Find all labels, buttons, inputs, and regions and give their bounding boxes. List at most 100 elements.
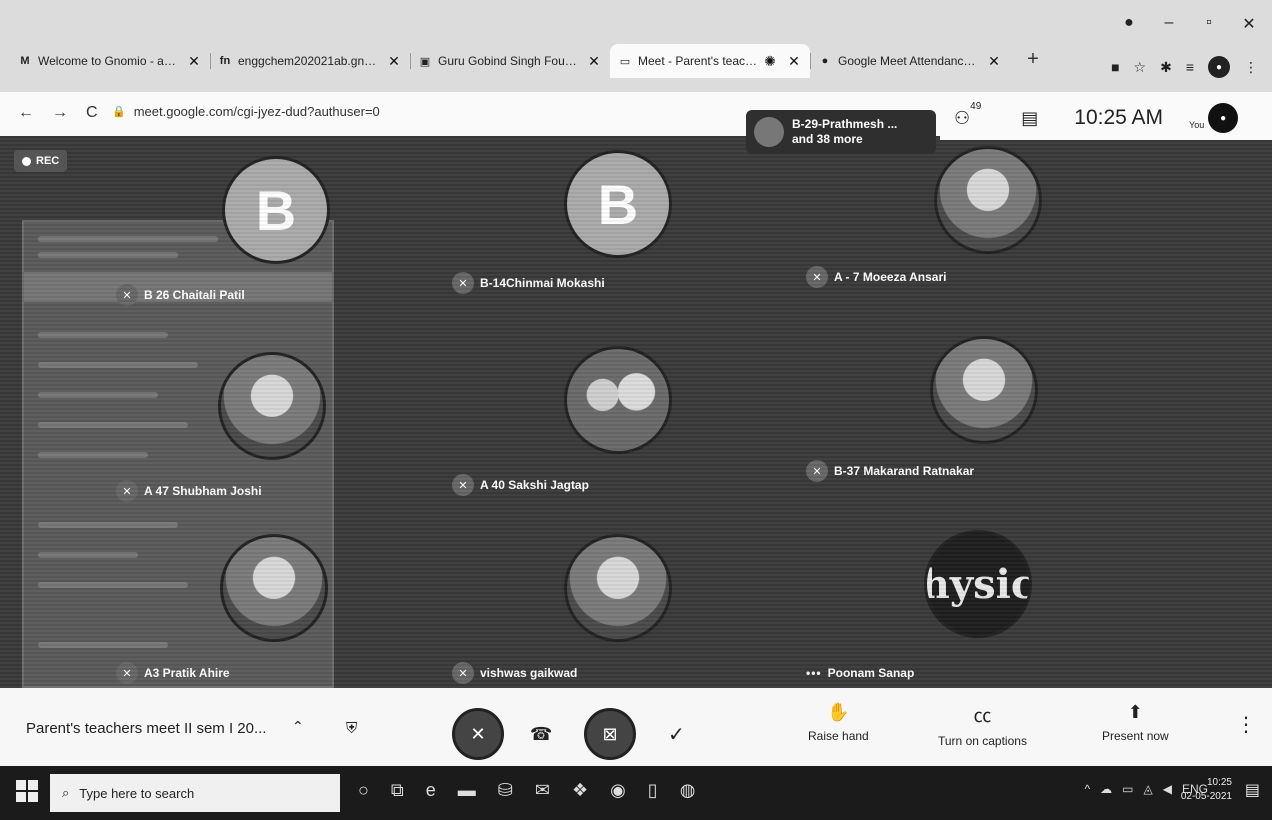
close-tab-icon[interactable]: ✕ [386, 53, 402, 70]
notification-icon[interactable]: ▤ [1245, 780, 1260, 800]
start-tile [16, 780, 26, 790]
more-options-icon[interactable]: ••• [806, 666, 822, 680]
avatar: B [222, 156, 330, 264]
tab-enggchem[interactable]: fn enggchem202021ab.gnomio ✕ [210, 44, 410, 78]
checkmark-icon[interactable]: ✓ [668, 722, 685, 747]
presenter-text: B-29-Prathmesh ... and 38 more [792, 117, 897, 147]
participant-name: B-14Chinmai Mokashi [480, 276, 605, 290]
mic-toggle-button[interactable]: ✕ [452, 708, 504, 760]
volume-icon[interactable]: ◀ [1163, 782, 1172, 796]
present-now-button[interactable]: ⬆ Present now [1102, 702, 1169, 743]
taskbar-search[interactable]: ⌕ Type here to search [50, 774, 340, 812]
battery-icon[interactable]: ▭ [1122, 782, 1133, 796]
restore-button[interactable]: ▫ [1198, 14, 1220, 34]
record-icon[interactable]: ● [1118, 14, 1140, 34]
participant-tile[interactable]: hysic ••• Poonam Sanap [806, 520, 1066, 680]
profile-avatar[interactable]: ● [1208, 56, 1230, 78]
windows-taskbar: ⌕ Type here to search ○ ⧉ e ▬ ⛁ ✉ ❖ ◉ ▯ … [0, 766, 1272, 820]
close-tab-icon[interactable]: ✕ [186, 53, 202, 70]
participant-count: 49 [970, 100, 982, 112]
raise-hand-button[interactable]: ✋ Raise hand [808, 702, 869, 743]
mic-off-icon: ✕ [452, 272, 474, 294]
meeting-title[interactable]: Parent's teachers meet II sem I 20... [26, 720, 266, 737]
participant-nameplate: ✕ A - 7 Moeeza Ansari [806, 266, 946, 288]
chat-icon[interactable]: ▤ [1021, 108, 1038, 129]
avatar [564, 534, 672, 642]
avatar [220, 534, 328, 642]
wifi-icon[interactable]: ◬ [1144, 782, 1153, 796]
menu-kebab-icon[interactable]: ⋮ [1244, 59, 1258, 76]
edge-icon[interactable]: e [426, 780, 436, 801]
captions-icon: ㏄ [973, 706, 992, 726]
meet-header-right: ⚇49 ▤ 10:25 AM You ● [940, 96, 1272, 140]
start-tile [16, 792, 26, 802]
participant-tile[interactable]: ✕ vishwas gaikwad [452, 524, 712, 684]
cloud-icon[interactable]: ☁ [1100, 782, 1112, 796]
participant-tile[interactable]: ✕ A 47 Shubham Joshi [116, 342, 376, 502]
chrome-icon[interactable]: ◍ [680, 780, 696, 801]
office-icon[interactable]: ▯ [648, 780, 658, 801]
participant-name: A - 7 Moeeza Ansari [834, 270, 947, 284]
window-controls: ● – ▫ ✕ [1118, 14, 1260, 34]
chevron-up-icon[interactable]: ^ [1085, 782, 1091, 796]
participant-name: vishwas gaikwad [480, 666, 578, 680]
participant-nameplate: ✕ A 47 Shubham Joshi [116, 480, 262, 502]
camera-icon[interactable]: ■ [1111, 59, 1119, 75]
participant-tile[interactable]: ✕ B-37 Makarand Ratnakar [806, 326, 1066, 486]
tab-guru-gobind[interactable]: ▣ Guru Gobind Singh Foundati ✕ [410, 44, 610, 78]
camera-toggle-button[interactable]: ⊠ [584, 708, 636, 760]
nav-buttons: ← → C [18, 104, 98, 122]
store-icon[interactable]: ⛁ [498, 780, 513, 801]
bookmark-star-icon[interactable]: ☆ [1134, 59, 1147, 76]
close-window-button[interactable]: ✕ [1238, 14, 1260, 34]
participant-tile[interactable]: ✕ A3 Pratik Ahire [116, 524, 376, 684]
close-tab-icon[interactable]: ✕ [986, 53, 1002, 70]
shield-lock-icon[interactable]: ⛨ [346, 720, 357, 737]
tab-title: Meet - Parent's teachers [638, 54, 758, 68]
chevron-up-icon[interactable]: ⌃ [292, 718, 304, 735]
forward-arrow-icon[interactable]: → [52, 104, 68, 122]
more-options-icon[interactable]: ⋮ [1236, 712, 1256, 737]
media-control-icon[interactable]: ≡ [1186, 59, 1194, 75]
close-tab-icon[interactable]: ✕ [786, 53, 802, 70]
you-label: You [1189, 120, 1205, 130]
participant-tile[interactable]: B ✕ B-14Chinmai Mokashi [452, 140, 712, 300]
app-icon[interactable]: ◉ [610, 780, 626, 801]
mail-icon[interactable]: ✉ [535, 780, 550, 801]
hang-up-button[interactable]: ☎ [530, 724, 552, 745]
taskbar-clock[interactable]: 10:25 02-05-2021 [1181, 776, 1232, 804]
dropbox-icon[interactable]: ❖ [572, 780, 588, 801]
participant-tile[interactable]: B ✕ B 26 Chaitali Patil [116, 146, 376, 306]
file-explorer-icon[interactable]: ▬ [458, 780, 476, 801]
minimize-button[interactable]: – [1158, 14, 1180, 34]
tab-attendance[interactable]: ● Google Meet Attendance - C ✕ [810, 44, 1010, 78]
cortana-icon[interactable]: ○ [358, 780, 369, 801]
extensions-puzzle-icon[interactable]: ✱ [1160, 59, 1172, 76]
tab-title: Google Meet Attendance - C [838, 54, 982, 68]
tab-meet[interactable]: ▭ Meet - Parent's teachers ✺ ✕ [610, 44, 810, 78]
extension-toolbar: ■ ☆ ✱ ≡ ● ⋮ [1111, 56, 1258, 78]
participant-tile[interactable]: ✕ A 40 Sakshi Jagtap [452, 336, 712, 496]
participant-tile[interactable]: ✕ A - 7 Moeeza Ansari [806, 136, 1066, 296]
reload-icon[interactable]: C [86, 104, 98, 122]
back-arrow-icon[interactable]: ← [18, 104, 34, 122]
people-button[interactable]: ⚇49 [954, 101, 981, 129]
presenter-line1: B-29-Prathmesh ... [792, 117, 898, 131]
task-view-icon[interactable]: ⧉ [391, 780, 404, 801]
participant-name: Poonam Sanap [827, 666, 915, 680]
mic-off-icon: ✕ [116, 284, 138, 306]
presenter-chip[interactable]: B-29-Prathmesh ... and 38 more [746, 110, 936, 154]
mic-off-icon: ✕ [806, 460, 828, 482]
participant-nameplate: ✕ B 26 Chaitali Patil [116, 284, 245, 306]
windows-start-button[interactable] [16, 780, 38, 802]
text-line [38, 332, 168, 338]
url-field[interactable]: 🔒 meet.google.com/cgi-jyez-dud?authuser=… [112, 104, 380, 119]
close-tab-icon[interactable]: ✕ [586, 53, 602, 70]
new-tab-button[interactable]: + [1018, 44, 1048, 74]
self-avatar[interactable]: ● [1208, 103, 1239, 133]
mic-off-icon: ✕ [116, 662, 138, 684]
tab-title: Welcome to Gnomio - apurv [38, 54, 182, 68]
tab-gnomio[interactable]: M Welcome to Gnomio - apurv ✕ [10, 44, 210, 78]
captions-button[interactable]: ㏄ Turn on captions [938, 702, 1027, 748]
participant-nameplate: ✕ vishwas gaikwad [452, 662, 577, 684]
